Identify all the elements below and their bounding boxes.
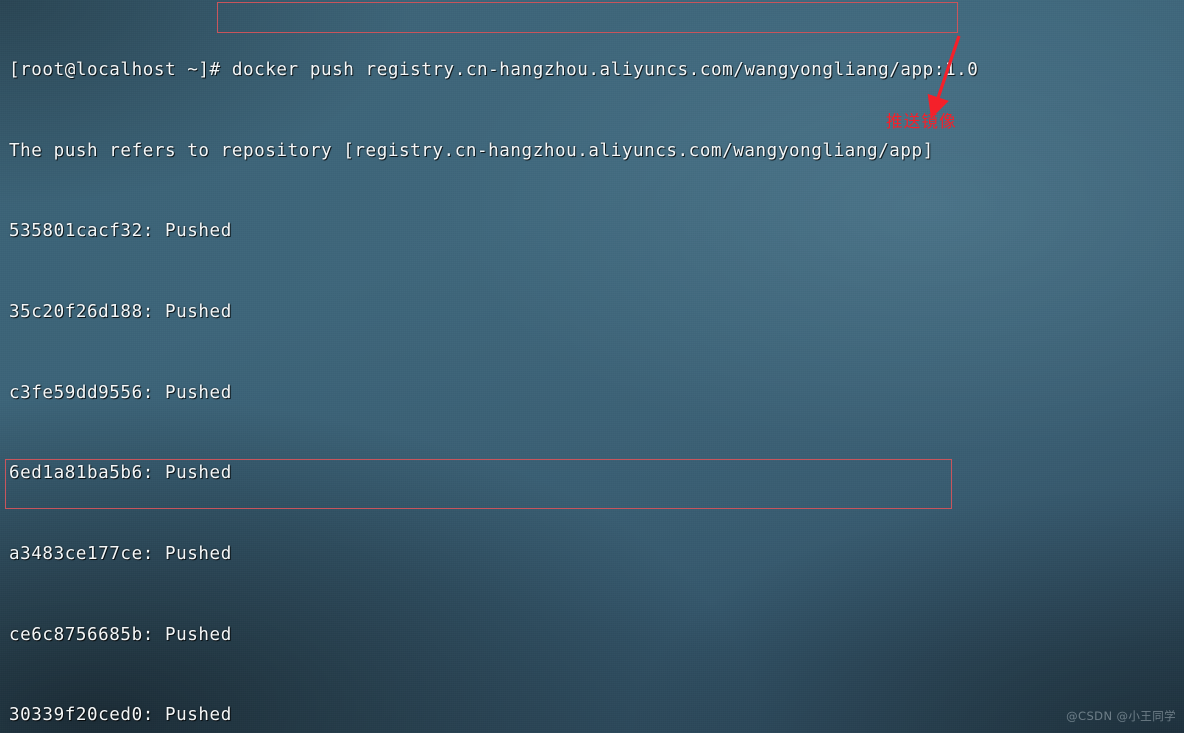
terminal-line: c3fe59dd9556: Pushed — [9, 382, 232, 403]
terminal-line: 6ed1a81ba5b6: Pushed — [9, 463, 232, 484]
terminal-line: ce6c8756685b: Pushed — [9, 624, 232, 645]
terminal-output[interactable]: [root@localhost ~]# docker push registry… — [9, 3, 1179, 733]
terminal-line: 35c20f26d188: Pushed — [9, 301, 232, 322]
annotation-label: 推送镜像 — [886, 112, 957, 131]
terminal-line: [root@localhost ~]# docker push registry… — [9, 59, 979, 80]
watermark: @CSDN @小王同学 — [1066, 709, 1176, 723]
terminal-line: The push refers to repository [registry.… — [9, 140, 934, 161]
terminal-line: a3483ce177ce: Pushed — [9, 544, 232, 565]
terminal-line: 30339f20ced0: Pushed — [9, 705, 232, 726]
terminal-screen: [root@localhost ~]# docker push registry… — [0, 0, 1184, 733]
terminal-line: 535801cacf32: Pushed — [9, 221, 232, 242]
